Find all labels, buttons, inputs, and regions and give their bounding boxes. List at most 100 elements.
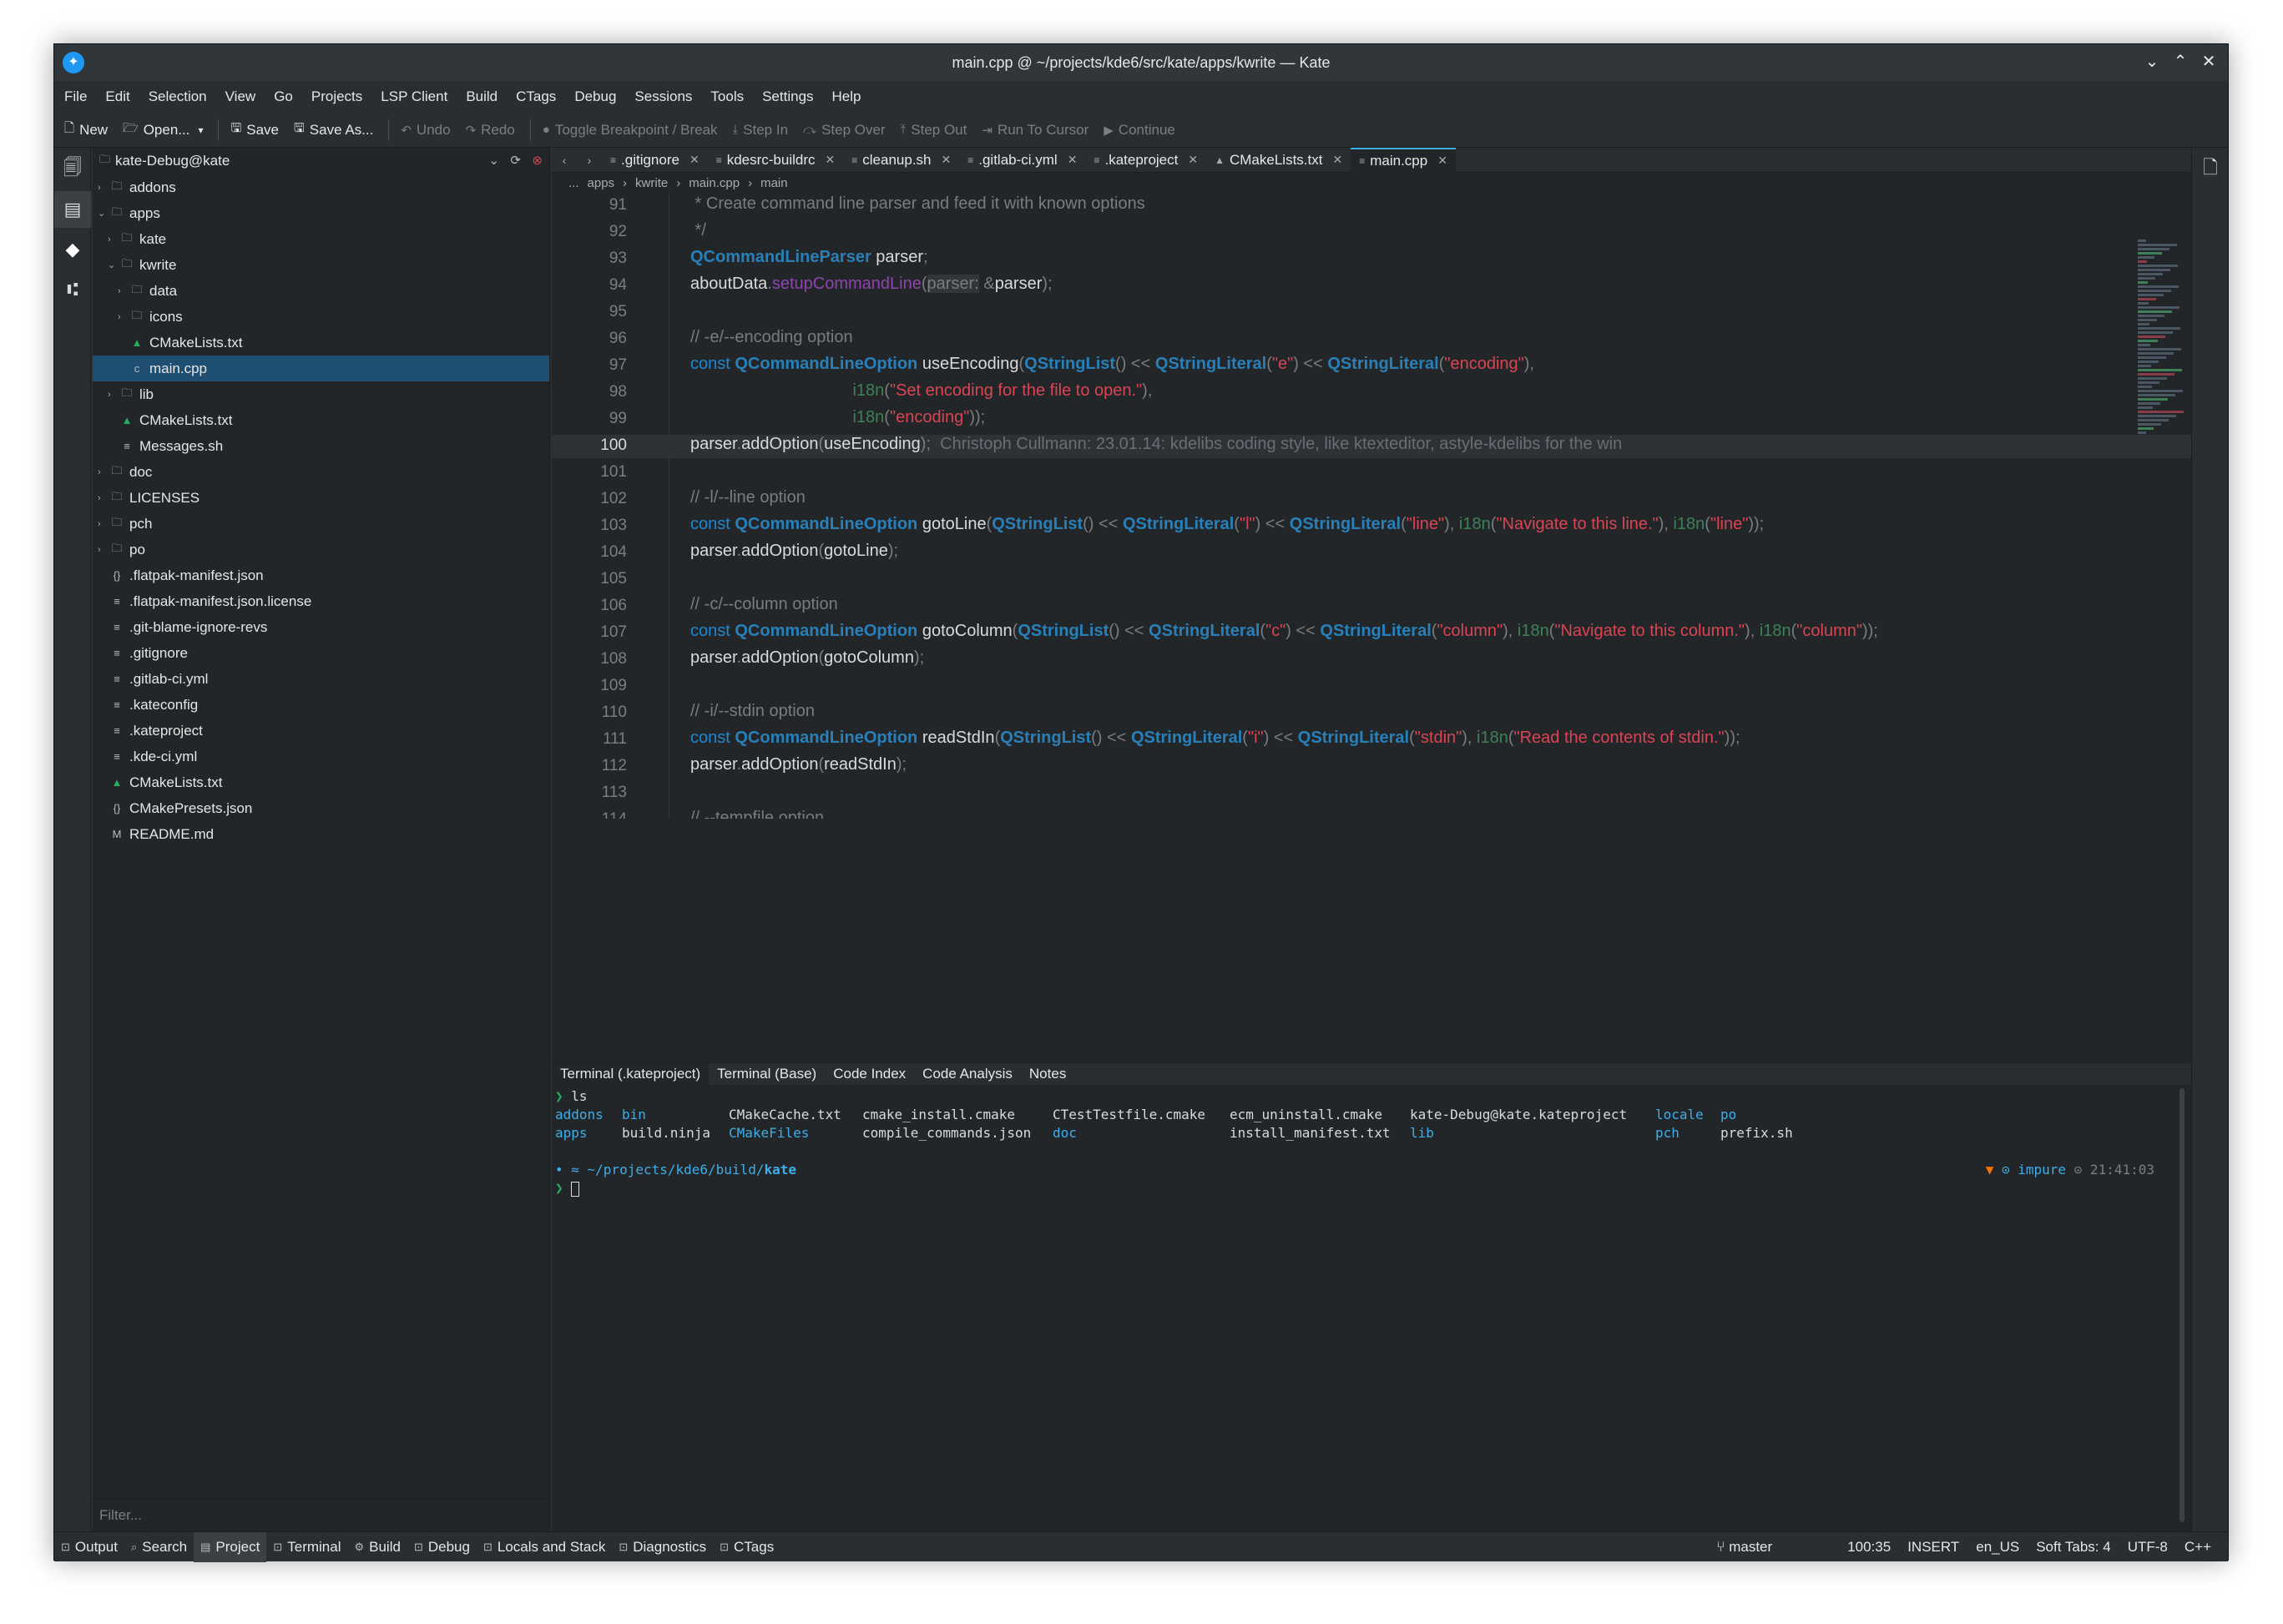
menu-lsp-client[interactable]: LSP Client [381,88,447,105]
expand-down-icon[interactable]: ⌄ [108,260,118,270]
minimize-icon[interactable]: ⌄ [2139,51,2164,72]
tree-item-kwrite[interactable]: ⌄ 🗀 kwrite [93,252,549,278]
menu-ctags[interactable]: CTags [516,88,556,105]
breadcrumb-item[interactable]: main.cpp [689,176,740,190]
menu-projects[interactable]: Projects [311,88,362,105]
expand-right-icon[interactable]: › [98,467,108,477]
tree-item--kateconfig[interactable]: ≡ .kateconfig [93,692,549,718]
expand-right-icon[interactable]: › [118,286,128,296]
tab--kateproject[interactable]: ≡ .kateproject ✕ [1085,148,1206,173]
encoding-label[interactable]: UTF-8 [2128,1539,2168,1556]
tree-item-cmakelists-txt[interactable]: ▲ CMakeLists.txt [93,769,549,795]
panel-button-locals-and-stack[interactable]: ⊡ Locals and Stack [477,1532,612,1562]
toggle-breakpoint-button[interactable]: ● Toggle Breakpoint / Break [543,122,718,139]
expand-right-icon[interactable]: › [98,519,108,529]
minimap[interactable] [2138,238,2185,513]
menu-debug[interactable]: Debug [574,88,616,105]
breadcrumb-item[interactable]: kwrite [635,176,668,190]
tree-item--git-blame-ignore-revs[interactable]: ≡ .git-blame-ignore-revs [93,614,549,640]
terminal-scrollbar[interactable] [2179,1088,2185,1522]
terminal-cursor[interactable] [571,1181,580,1197]
chevron-down-icon[interactable]: ⌄ [488,153,499,168]
menu-selection[interactable]: Selection [149,88,207,105]
expand-right-icon[interactable]: › [98,493,108,503]
tab--gitignore[interactable]: ≡ .gitignore ✕ [602,148,708,173]
chevron-left-icon[interactable]: ‹ [552,154,577,167]
expand-right-icon[interactable]: › [108,390,118,400]
redo-button[interactable]: ↷ Redo [466,122,515,139]
projects-icon[interactable]: ▤ [54,191,91,228]
menu-file[interactable]: File [64,88,87,105]
maximize-icon[interactable]: ⌃ [2168,51,2193,72]
menu-tools[interactable]: Tools [710,88,744,105]
panel-button-debug[interactable]: ⊡ Debug [407,1532,477,1562]
new-button[interactable]: 🗋 New [64,119,108,140]
step-in-button[interactable]: ⤓ Step In [733,122,789,139]
close-tab-icon[interactable]: ✕ [1188,153,1198,167]
panel-button-ctags[interactable]: ⊡ CTags [713,1532,780,1562]
close-tab-icon[interactable]: ✕ [1068,153,1078,167]
chevron-right-icon[interactable]: › [577,154,602,167]
tab-terminal-base-[interactable]: Terminal (Base) [709,1063,825,1085]
filter-input[interactable]: Filter... [93,1498,549,1531]
expand-right-icon[interactable]: › [108,235,118,245]
panel-button-output[interactable]: ⊡ Output [54,1532,124,1562]
step-over-button[interactable]: ⤼ Step Over [803,122,886,139]
tree-item-cmakepresets-json[interactable]: {} CMakePresets.json [93,795,549,821]
tree-item-cmakelists-txt[interactable]: ▲ CMakeLists.txt [93,407,549,433]
tab-code-index[interactable]: Code Index [825,1063,914,1085]
tree-item--kde-ci-yml[interactable]: ≡ .kde-ci.yml [93,744,549,769]
menu-help[interactable]: Help [832,88,861,105]
close-project-icon[interactable]: ⊗ [532,153,543,168]
expand-right-icon[interactable]: › [98,183,108,193]
tree-item--flatpak-manifest-json-license[interactable]: ≡ .flatpak-manifest.json.license [93,588,549,614]
git-icon[interactable]: ◆ [54,231,91,268]
file-type-label[interactable]: C++ [2185,1539,2211,1556]
expand-down-icon[interactable]: ⌄ [98,208,108,219]
symbols-icon[interactable]: ⑆ [54,271,91,308]
tree-item-lib[interactable]: › 🗀 lib [93,381,549,407]
project-selector[interactable]: 🗀 kate-Debug@kate ⌄ ⟳ ⊗ [93,148,549,174]
tree-item-data[interactable]: › 🗀 data [93,278,549,304]
menu-edit[interactable]: Edit [105,88,129,105]
close-icon[interactable]: ✕ [2196,51,2221,72]
document-icon[interactable]: 🗋 [2192,151,2229,188]
tab-main-cpp[interactable]: ≡ main.cpp ✕ [1351,147,1456,173]
tree-item-icons[interactable]: › 🗀 icons [93,304,549,330]
tree-item-readme-md[interactable]: M README.md [93,821,549,847]
tree-item-licenses[interactable]: › 🗀 LICENSES [93,485,549,511]
tree-item-kate[interactable]: › 🗀 kate [93,226,549,252]
menu-view[interactable]: View [225,88,256,105]
panel-button-search[interactable]: ⌕ Search [124,1532,194,1562]
tree-item-po[interactable]: › 🗀 po [93,537,549,562]
tree-item--flatpak-manifest-json[interactable]: {} .flatpak-manifest.json [93,562,549,588]
tab-cleanup-sh[interactable]: ≡ cleanup.sh ✕ [843,148,959,173]
save-button[interactable]: 🖫 Save [230,119,279,140]
terminal-output[interactable]: ❯ ls addons bin CMakeCache.txt cmake_install… [555,1088,2191,1539]
tree-item-pch[interactable]: › 🗀 pch [93,511,549,537]
save-as-button[interactable]: 🖫 Save As... [294,119,373,140]
expand-right-icon[interactable]: › [118,312,128,322]
menu-settings[interactable]: Settings [762,88,813,105]
run-to-cursor-button[interactable]: ⇥ Run To Cursor [982,122,1088,139]
tree-item-main-cpp[interactable]: c main.cpp [93,356,549,381]
tab-code-analysis[interactable]: Code Analysis [914,1063,1021,1085]
panel-button-terminal[interactable]: ⊡ Terminal [266,1532,347,1562]
input-mode[interactable]: INSERT [1907,1539,1959,1556]
indentation-setting[interactable]: Soft Tabs: 4 [2036,1539,2110,1556]
close-tab-icon[interactable]: ✕ [1332,153,1342,167]
reload-icon[interactable]: ⟳ [510,153,521,168]
open-button[interactable]: 🗁 Open... ▾ [123,119,203,140]
tab-terminal-kateproject-[interactable]: Terminal (.kateproject) [552,1063,710,1085]
tree-item--kateproject[interactable]: ≡ .kateproject [93,718,549,744]
continue-button[interactable]: ▶ Continue [1104,122,1175,139]
tree-item-doc[interactable]: › 🗀 doc [93,459,549,485]
expand-right-icon[interactable]: › [98,545,108,555]
tab-notes[interactable]: Notes [1021,1063,1074,1085]
tab-cmakelists-txt[interactable]: ▲ CMakeLists.txt ✕ [1206,148,1351,173]
close-tab-icon[interactable]: ✕ [689,153,700,167]
tab--gitlab-ci-yml[interactable]: ≡ .gitlab-ci.yml ✕ [959,148,1085,173]
tree-item-addons[interactable]: › 🗀 addons [93,174,549,200]
cursor-position[interactable]: 100:35 [1847,1539,1891,1556]
menu-build[interactable]: Build [466,88,498,105]
